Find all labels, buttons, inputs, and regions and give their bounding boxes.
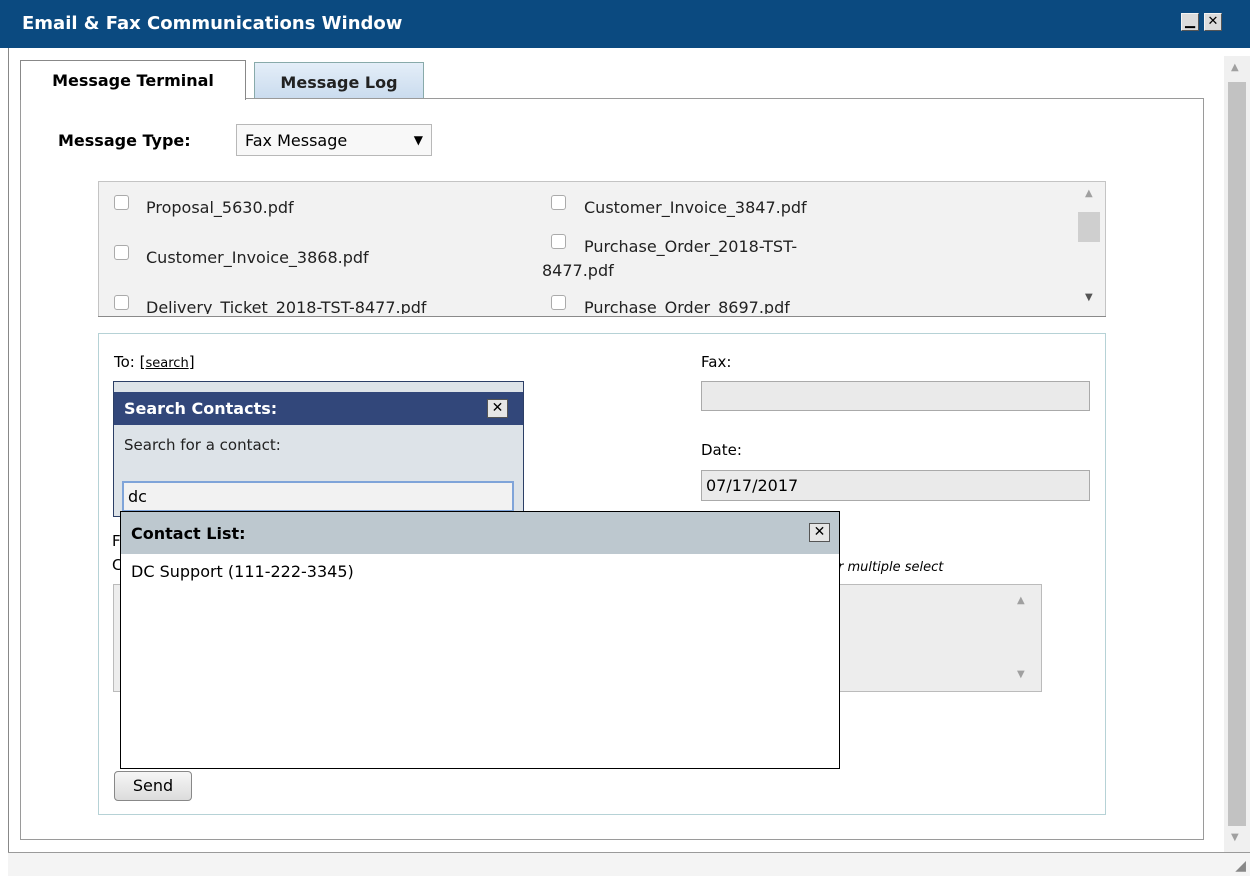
date-label: Date: [701, 441, 742, 459]
popup-title: Contact List: [131, 524, 246, 543]
message-type-select[interactable]: Fax Message ▼ [236, 124, 432, 156]
search-prompt: Search for a contact: [124, 436, 281, 454]
contact-list-popup: Contact List: ✕ [120, 511, 840, 769]
scroll-down-icon[interactable]: ▼ [1085, 292, 1093, 303]
close-window-button[interactable]: ✕ [1204, 13, 1222, 31]
fax-input[interactable] [701, 381, 1090, 411]
contact-list-item[interactable]: DC Support (111-222-3345) [131, 562, 354, 581]
search-contacts-header: Search Contacts: ✕ [114, 392, 523, 425]
close-icon[interactable]: ✕ [809, 523, 830, 542]
scroll-down-icon[interactable]: ▼ [1231, 832, 1239, 843]
file-name: Proposal_5630.pdf [146, 198, 294, 217]
scroll-up-icon[interactable]: ▲ [1017, 595, 1025, 606]
dropdown-arrow-icon: ▼ [413, 133, 423, 147]
resize-grip-icon[interactable]: ◢ [1235, 858, 1246, 874]
tab-message-terminal[interactable]: Message Terminal [20, 60, 246, 100]
scroll-up-icon[interactable]: ▲ [1085, 188, 1093, 199]
status-bar: ◢ [8, 852, 1250, 876]
file-checkbox[interactable] [551, 295, 566, 310]
vertical-scrollbar[interactable]: ▲ ▼ [1224, 56, 1250, 852]
minimize-button[interactable]: ▁ [1181, 13, 1199, 31]
date-input[interactable]: 07/17/2017 [701, 470, 1090, 501]
file-checkbox[interactable] [551, 234, 566, 249]
tab-label: Message Log [280, 73, 398, 92]
to-label-text: To: [114, 353, 135, 371]
send-button[interactable]: Send [114, 771, 192, 801]
tab-message-log[interactable]: Message Log [254, 62, 424, 100]
scrollbar-thumb[interactable] [1228, 82, 1246, 826]
message-type-label: Message Type: [58, 131, 191, 150]
tab-label: Message Terminal [52, 71, 214, 90]
contact-list-header: Contact List: ✕ [121, 512, 839, 554]
close-icon[interactable]: ✕ [487, 399, 508, 418]
scroll-up-icon[interactable]: ▲ [1231, 62, 1239, 73]
to-label: To: [search] [114, 353, 195, 371]
attachment-select[interactable]: ▲ ▼ [838, 584, 1042, 692]
message-type-value: Fax Message [245, 131, 348, 150]
search-contacts-link[interactable]: search [146, 356, 189, 371]
fax-label: Fax: [701, 353, 732, 371]
multiple-select-hint: r multiple select [838, 560, 944, 575]
window-title: Email & Fax Communications Window [22, 13, 403, 34]
file-name: Customer_Invoice_3868.pdf [146, 248, 369, 267]
scrollbar-thumb[interactable] [1078, 212, 1100, 242]
file-checkbox[interactable] [114, 245, 129, 260]
file-checkbox[interactable] [114, 195, 129, 210]
file-list-divider [98, 316, 1106, 317]
file-checkbox[interactable] [114, 295, 129, 310]
title-bar: Email & Fax Communications Window ▁ ✕ [0, 0, 1250, 48]
file-checkbox[interactable] [551, 195, 566, 210]
file-name: Purchase_Order_2018-TST- [584, 237, 798, 256]
popup-title: Search Contacts: [124, 399, 278, 418]
scroll-down-icon[interactable]: ▼ [1017, 669, 1025, 680]
file-list-scrollbar[interactable]: ▲ ▼ [1076, 182, 1104, 316]
file-name-line2: 8477.pdf [542, 261, 614, 280]
search-link-wrapper: [search] [139, 353, 195, 371]
file-name: Customer_Invoice_3847.pdf [584, 198, 807, 217]
contact-search-input[interactable]: dc [122, 481, 514, 512]
